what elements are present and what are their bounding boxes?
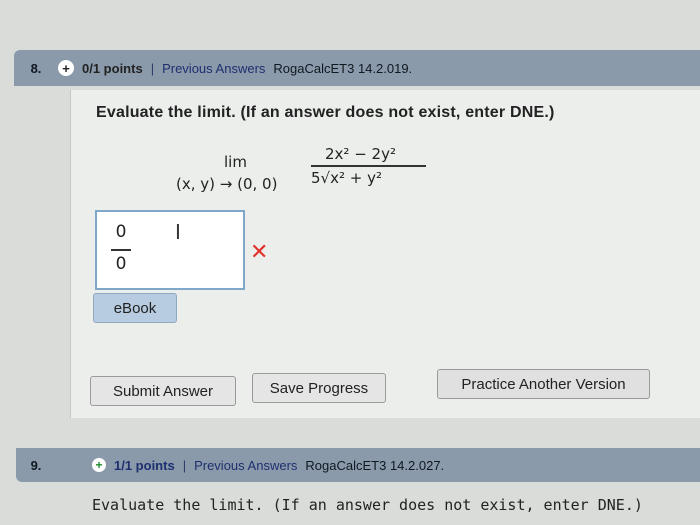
plus-icon[interactable]: + bbox=[58, 60, 74, 76]
answer-numerator: 0 bbox=[115, 222, 127, 242]
separator: | bbox=[182, 457, 187, 473]
answer-input[interactable]: 0 0 I bbox=[95, 210, 245, 290]
previous-answers-link[interactable]: Previous Answers bbox=[162, 61, 265, 76]
practice-another-version-button[interactable]: Practice Another Version bbox=[437, 369, 650, 399]
points-label: 1/1 points bbox=[114, 457, 175, 473]
submit-answer-button[interactable]: Submit Answer bbox=[90, 376, 236, 406]
question-source: RogaCalcET3 14.2.027. bbox=[305, 457, 445, 473]
answer-fraction-bar bbox=[111, 249, 131, 251]
question-8-header: 8. + 0/1 points | Previous Answers RogaC… bbox=[14, 50, 700, 86]
numerator-text: 2x² − 2y² bbox=[325, 145, 396, 163]
lim-approach: (x, y) → (0, 0) bbox=[176, 175, 278, 193]
question-number: 8. bbox=[30, 60, 42, 76]
incorrect-x-icon: ✕ bbox=[250, 240, 269, 265]
separator: | bbox=[150, 60, 155, 76]
question-prompt: Evaluate the limit. (If an answer does n… bbox=[96, 104, 555, 121]
numerator: 2x² − 2y² bbox=[311, 145, 396, 163]
question-9-header: 9. + 1/1 points | Previous Answers RogaC… bbox=[16, 448, 700, 482]
plus-icon[interactable]: + bbox=[92, 458, 106, 472]
denominator: 5√x² + y² bbox=[311, 169, 382, 187]
answer-denominator: 0 bbox=[115, 254, 127, 274]
fraction-bar bbox=[311, 165, 426, 167]
question-prompt: Evaluate the limit. (If an answer does n… bbox=[92, 496, 643, 514]
text-cursor-icon: I bbox=[175, 220, 181, 244]
previous-answers-link[interactable]: Previous Answers bbox=[194, 458, 297, 473]
points-label: 0/1 points bbox=[82, 60, 143, 76]
ebook-button[interactable]: eBook bbox=[93, 293, 177, 323]
question-number: 9. bbox=[30, 457, 42, 473]
question-source: RogaCalcET3 14.2.019. bbox=[273, 60, 413, 76]
save-progress-button[interactable]: Save Progress bbox=[252, 373, 386, 403]
lim-word: lim bbox=[224, 153, 247, 171]
